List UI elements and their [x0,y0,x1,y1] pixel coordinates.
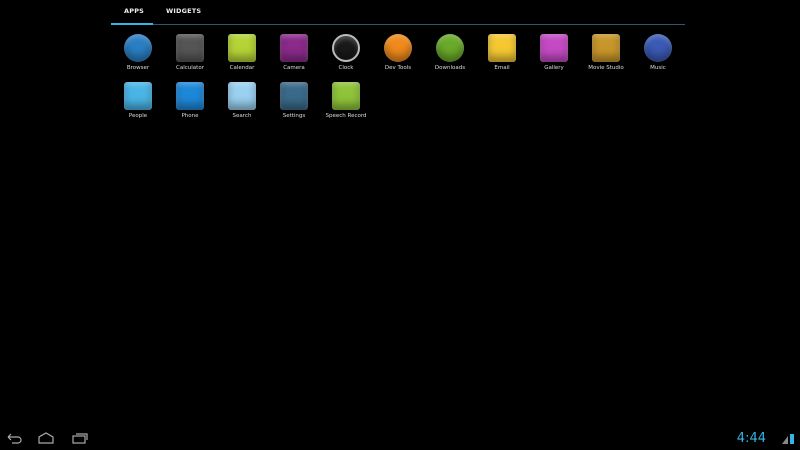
status-clock: 4:44 [736,431,766,446]
app-label: Camera [283,65,305,71]
app-calculator[interactable]: Calculator [164,32,216,78]
app-movie-studio[interactable]: Movie Studio [580,32,632,78]
clapper-icon [592,34,620,62]
app-label: Email [494,65,510,71]
app-label: Dev Tools [384,65,412,71]
app-label: Downloads [434,65,466,71]
app-camera[interactable]: Camera [268,32,320,78]
app-speech-record[interactable]: Speech Record [320,80,372,126]
app-people[interactable]: People [112,80,164,126]
app-settings[interactable]: Settings [268,80,320,126]
calendar-icon [228,34,256,62]
app-dev-tools[interactable]: Dev Tools [372,32,424,78]
app-label: Speech Record [325,113,367,119]
tab-widgets[interactable]: WIDGETS [166,7,201,15]
contact-icon [124,82,152,110]
back-icon[interactable] [4,431,24,445]
envelope-icon [488,34,516,62]
clock-icon [332,34,360,62]
globe-icon [124,34,152,62]
app-label: Clock [338,65,354,71]
app-email[interactable]: Email [476,32,528,78]
app-label: Phone [181,113,199,119]
app-label: Calculator [176,65,204,71]
phone-icon [176,82,204,110]
app-label: Settings [282,113,306,119]
tab-bar: APPS WIDGETS [111,0,685,25]
gallery-icon [540,34,568,62]
calculator-icon [176,34,204,62]
download-icon [436,34,464,62]
signal-battery-icon [782,434,794,444]
sliders-icon [280,82,308,110]
navigation-bar [0,425,800,450]
speaker-icon [644,34,672,62]
app-label: Browser [126,65,150,71]
app-search[interactable]: Search [216,80,268,126]
app-music[interactable]: Music [632,32,684,78]
app-label: People [128,113,148,119]
app-label: Search [232,113,252,119]
gear-icon [384,34,412,62]
app-label: Music [650,65,666,71]
app-label: Movie Studio [588,65,624,71]
tab-apps[interactable]: APPS [124,7,144,15]
app-calendar[interactable]: Calendar [216,32,268,78]
app-gallery[interactable]: Gallery [528,32,580,78]
home-icon[interactable] [36,431,56,445]
app-label: Gallery [544,65,564,71]
app-downloads[interactable]: Downloads [424,32,476,78]
recent-apps-icon[interactable] [70,431,90,445]
app-phone[interactable]: Phone [164,80,216,126]
app-label: Calendar [229,65,255,71]
app-browser[interactable]: Browser [112,32,164,78]
camera-icon [280,34,308,62]
selected-tab-indicator [111,23,153,25]
android-icon [332,82,360,110]
app-clock[interactable]: Clock [320,32,372,78]
magnifier-icon [228,82,256,110]
